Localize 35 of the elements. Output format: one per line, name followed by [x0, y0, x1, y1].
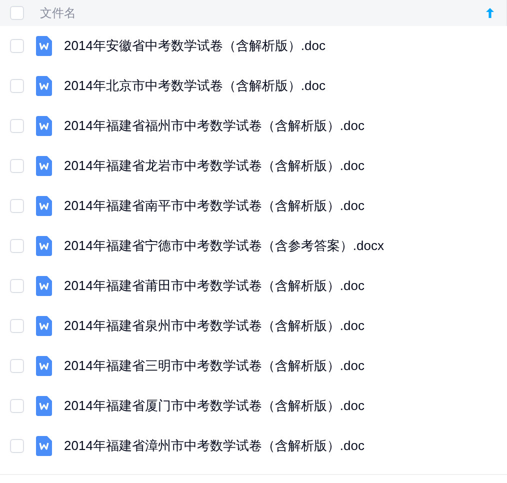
file-name[interactable]: 2014年北京市中考数学试卷（含解析版）.doc	[64, 76, 326, 96]
document-icon	[36, 316, 52, 336]
checkbox[interactable]	[10, 439, 24, 453]
document-icon	[36, 396, 52, 416]
file-name[interactable]: 2014年福建省福州市中考数学试卷（含解析版）.doc	[64, 116, 364, 136]
checkbox[interactable]	[10, 359, 24, 373]
file-name[interactable]: 2014年福建省宁德市中考数学试卷（含参考答案）.docx	[64, 236, 384, 256]
checkbox[interactable]	[10, 399, 24, 413]
checkbox[interactable]	[10, 319, 24, 333]
file-name[interactable]: 2014年福建省漳州市中考数学试卷（含解析版）.doc	[64, 436, 364, 456]
document-icon	[36, 356, 52, 376]
file-name[interactable]: 2014年福建省三明市中考数学试卷（含解析版）.doc	[64, 356, 364, 376]
document-icon	[36, 196, 52, 216]
file-name[interactable]: 2014年福建省龙岩市中考数学试卷（含解析版）.doc	[64, 156, 364, 176]
document-icon	[36, 156, 52, 176]
document-icon	[36, 276, 52, 296]
checkbox[interactable]	[10, 79, 24, 93]
checkbox[interactable]	[10, 159, 24, 173]
document-icon	[36, 76, 52, 96]
file-name[interactable]: 2014年福建省南平市中考数学试卷（含解析版）.doc	[64, 196, 364, 216]
document-icon	[36, 436, 52, 456]
sort-ascending-icon[interactable]	[486, 8, 494, 18]
document-icon	[36, 236, 52, 256]
checkbox[interactable]	[10, 119, 24, 133]
document-icon	[36, 116, 52, 136]
document-icon	[36, 36, 52, 56]
checkbox[interactable]	[10, 239, 24, 253]
file-name[interactable]: 2014年福建省莆田市中考数学试卷（含解析版）.doc	[64, 276, 364, 296]
file-name[interactable]: 2014年安徽省中考数学试卷（含解析版）.doc	[64, 36, 326, 56]
file-name[interactable]: 2014年福建省泉州市中考数学试卷（含解析版）.doc	[64, 316, 364, 336]
checkbox[interactable]	[10, 6, 24, 20]
checkbox[interactable]	[10, 199, 24, 213]
checkbox[interactable]	[10, 39, 24, 53]
checkbox[interactable]	[10, 279, 24, 293]
file-name[interactable]: 2014年福建省厦门市中考数学试卷（含解析版）.doc	[64, 396, 364, 416]
